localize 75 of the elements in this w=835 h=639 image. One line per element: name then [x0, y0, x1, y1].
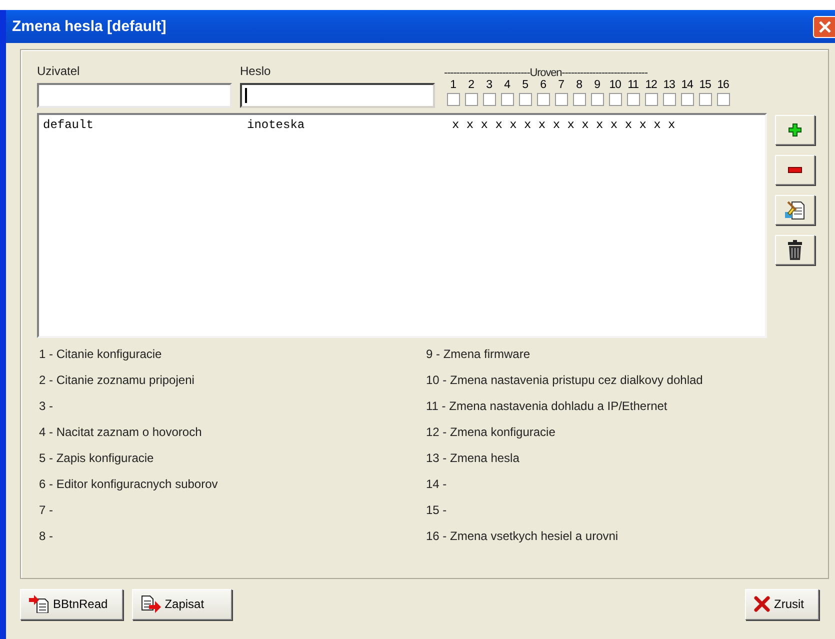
level-number: 12	[645, 79, 657, 93]
level-number: 10	[609, 79, 621, 93]
input-field[interactable]	[37, 83, 232, 108]
plus-icon	[788, 123, 802, 137]
level-checkbox[interactable]	[662, 93, 676, 106]
level-description: 1 - Citanie konfiguracie	[39, 347, 163, 363]
level-description: 3 -	[39, 399, 54, 415]
level-description: 12 - Zmena konfiguracie	[426, 425, 556, 441]
close-button[interactable]	[813, 16, 835, 38]
level-header: ----------------------------Uroven----------------------------	[444, 67, 648, 79]
level-number: 4	[504, 79, 510, 93]
level-description: 7 -	[39, 503, 54, 519]
read-button[interactable]: BBtnRead	[20, 588, 123, 620]
level-number: 9	[594, 79, 600, 93]
text-cursor	[245, 88, 247, 103]
level-checkbox[interactable]	[644, 93, 658, 106]
level-description: 14 -	[426, 477, 448, 493]
minus-icon	[788, 167, 802, 173]
window-title: Zmena hesla [default]	[12, 18, 166, 35]
level-checkbox[interactable]	[518, 93, 532, 106]
cancel-button[interactable]: Zrusit	[745, 588, 819, 620]
level-checkbox[interactable]	[698, 93, 712, 106]
level-number: 13	[663, 79, 675, 93]
level-number: 8	[576, 79, 582, 93]
input-field[interactable]	[240, 83, 435, 108]
level-checkbox[interactable]	[572, 93, 586, 106]
user-password: inoteska	[247, 118, 306, 132]
level-description: 4 - Nacitat zaznam o hovoroch	[39, 425, 203, 441]
level-number: 15	[699, 79, 711, 93]
level-checkbox[interactable]	[680, 93, 694, 106]
user-levels: x x x x x x x x x x x x x x x x	[452, 118, 676, 132]
level-description: 9 - Zmena firmware	[426, 347, 532, 363]
level-description: 15 -	[426, 503, 448, 519]
document-pencil-icon	[784, 199, 806, 221]
level-number: 16	[717, 79, 729, 93]
user-name: default	[43, 118, 94, 132]
field-label: Heslo	[240, 64, 272, 78]
level-checkbox[interactable]	[500, 93, 514, 106]
remove-button[interactable]	[775, 155, 815, 185]
level-description: 2 - Citanie zoznamu pripojeni	[39, 373, 196, 389]
level-number: 3	[486, 79, 492, 93]
level-checkbox[interactable]	[626, 93, 640, 106]
level-checkbox[interactable]	[590, 93, 604, 106]
level-checkbox[interactable]	[446, 93, 460, 106]
user-row[interactable]: default inoteska x x x x x x x x x x x x x x x x	[43, 117, 761, 133]
level-description: 5 - Zapis konfiguracie	[39, 451, 155, 467]
level-number: 14	[681, 79, 693, 93]
edit-button[interactable]	[775, 195, 815, 225]
level-checkbox[interactable]	[536, 93, 550, 106]
level-number: 11	[628, 79, 638, 93]
trash-icon	[788, 240, 802, 260]
level-description: 13 - Zmena hesla	[426, 451, 520, 467]
level-description: 11 - Zmena nastavenia dohladu a IP/Ethernet	[426, 399, 668, 415]
level-checkbox[interactable]	[464, 93, 478, 106]
cross-icon	[754, 596, 770, 612]
level-description: 8 -	[39, 529, 54, 545]
close-icon	[818, 20, 832, 34]
level-checkbox[interactable]	[608, 93, 622, 106]
level-number: 7	[558, 79, 564, 93]
level-checkbox[interactable]	[554, 93, 568, 106]
add-button[interactable]	[775, 115, 815, 145]
level-description: 6 - Editor konfiguracnych suborov	[39, 477, 219, 493]
field-label: Uzivatel	[37, 64, 81, 78]
level-checkbox[interactable]	[716, 93, 730, 106]
level-number: 6	[540, 79, 546, 93]
level-number: 2	[468, 79, 474, 93]
delete-button[interactable]	[775, 235, 815, 265]
write-button[interactable]: Zapisat	[132, 588, 232, 620]
level-description: 10 - Zmena nastavenia pristupu cez dialkovy dohlad	[426, 373, 704, 389]
arrow-document-icon	[29, 595, 49, 613]
document-arrow-icon	[140, 595, 161, 613]
level-number: 1	[450, 79, 456, 93]
level-checkbox[interactable]	[482, 93, 496, 106]
level-description: 16 - Zmena vsetkych hesiel a urovni	[426, 529, 620, 545]
level-number: 5	[522, 79, 528, 93]
